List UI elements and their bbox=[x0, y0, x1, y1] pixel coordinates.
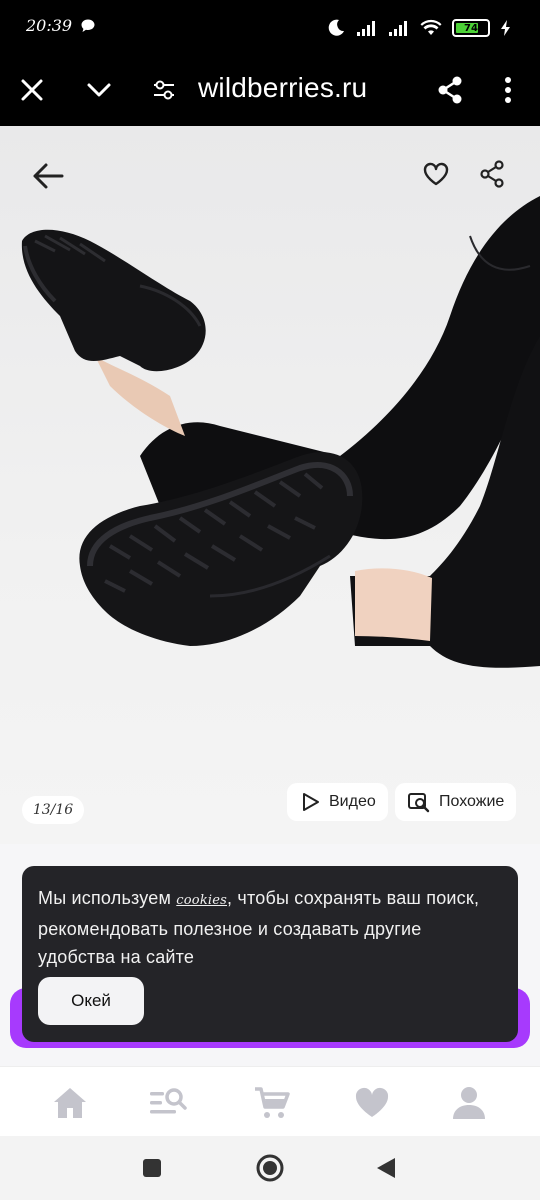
image-counter: 13/16 bbox=[22, 796, 84, 824]
status-bar: 20:39 74 bbox=[0, 0, 540, 56]
system-home-button[interactable] bbox=[250, 1148, 290, 1188]
system-back-button[interactable] bbox=[366, 1148, 406, 1188]
signal-icon bbox=[357, 21, 375, 36]
catalog-search-icon bbox=[150, 1088, 187, 1114]
video-button[interactable]: Видео bbox=[287, 783, 388, 821]
share-product-button[interactable] bbox=[470, 152, 514, 196]
system-nav-bar bbox=[0, 1136, 540, 1200]
message-icon bbox=[81, 19, 95, 32]
cart-icon bbox=[255, 1087, 290, 1118]
tab-home[interactable] bbox=[48, 1081, 92, 1125]
cookie-ok-button[interactable]: Окей bbox=[38, 977, 144, 1025]
cookies-link[interactable]: cookies bbox=[176, 893, 227, 908]
heart-icon bbox=[423, 162, 449, 186]
image-search-icon bbox=[408, 793, 430, 813]
tab-favorites[interactable] bbox=[350, 1081, 394, 1125]
back-button[interactable] bbox=[26, 154, 70, 198]
tab-cart[interactable] bbox=[250, 1081, 294, 1125]
similar-button[interactable]: Похожие bbox=[395, 783, 517, 821]
close-icon bbox=[21, 79, 43, 101]
video-label: Видео bbox=[329, 793, 376, 810]
product-photo bbox=[21, 196, 540, 668]
cookie-text-before: Мы используем bbox=[38, 888, 177, 908]
browser-toolbar: wildberries.ru bbox=[0, 56, 540, 126]
share-page-button[interactable] bbox=[428, 68, 472, 112]
home-icon bbox=[54, 1088, 86, 1118]
favorites-icon bbox=[355, 1087, 389, 1117]
play-icon bbox=[303, 793, 319, 811]
battery-icon: 74 bbox=[452, 19, 490, 37]
signal-icon bbox=[389, 21, 407, 36]
status-time: 20:39 bbox=[26, 16, 73, 35]
moon-icon bbox=[328, 19, 344, 36]
share-icon bbox=[438, 76, 462, 104]
battery-percent: 74 bbox=[464, 22, 478, 34]
cookie-banner: Мы используем cookies, чтобы сохранять в… bbox=[22, 866, 518, 1042]
recent-apps-icon bbox=[143, 1159, 161, 1177]
chevron-down-icon bbox=[87, 83, 111, 97]
url-text[interactable]: wildberries.ru bbox=[198, 72, 367, 104]
site-settings-button[interactable] bbox=[142, 68, 186, 112]
recent-apps-button[interactable] bbox=[132, 1148, 172, 1188]
home-circle-icon bbox=[256, 1154, 284, 1182]
back-arrow-icon bbox=[33, 163, 64, 189]
similar-label: Похожие bbox=[439, 793, 505, 810]
minimize-button[interactable] bbox=[77, 68, 121, 112]
charging-icon bbox=[501, 20, 510, 36]
favorite-button[interactable] bbox=[414, 152, 458, 196]
profile-icon bbox=[453, 1087, 485, 1119]
more-icon bbox=[505, 77, 511, 103]
bottom-tab-bar bbox=[0, 1066, 540, 1136]
cookie-text: Мы используем cookies, чтобы сохранять в… bbox=[38, 884, 502, 971]
more-menu-button[interactable] bbox=[486, 68, 530, 112]
site-settings-icon bbox=[154, 80, 174, 100]
back-triangle-icon bbox=[377, 1158, 395, 1178]
wifi-icon bbox=[420, 19, 442, 35]
status-icons: 74 bbox=[326, 14, 512, 42]
product-gallery[interactable]: 13/16 Видео Похожие bbox=[0, 126, 540, 844]
tab-profile[interactable] bbox=[447, 1081, 491, 1125]
share-icon bbox=[480, 160, 504, 188]
tab-catalog[interactable] bbox=[146, 1081, 190, 1125]
close-tab-button[interactable] bbox=[10, 68, 54, 112]
